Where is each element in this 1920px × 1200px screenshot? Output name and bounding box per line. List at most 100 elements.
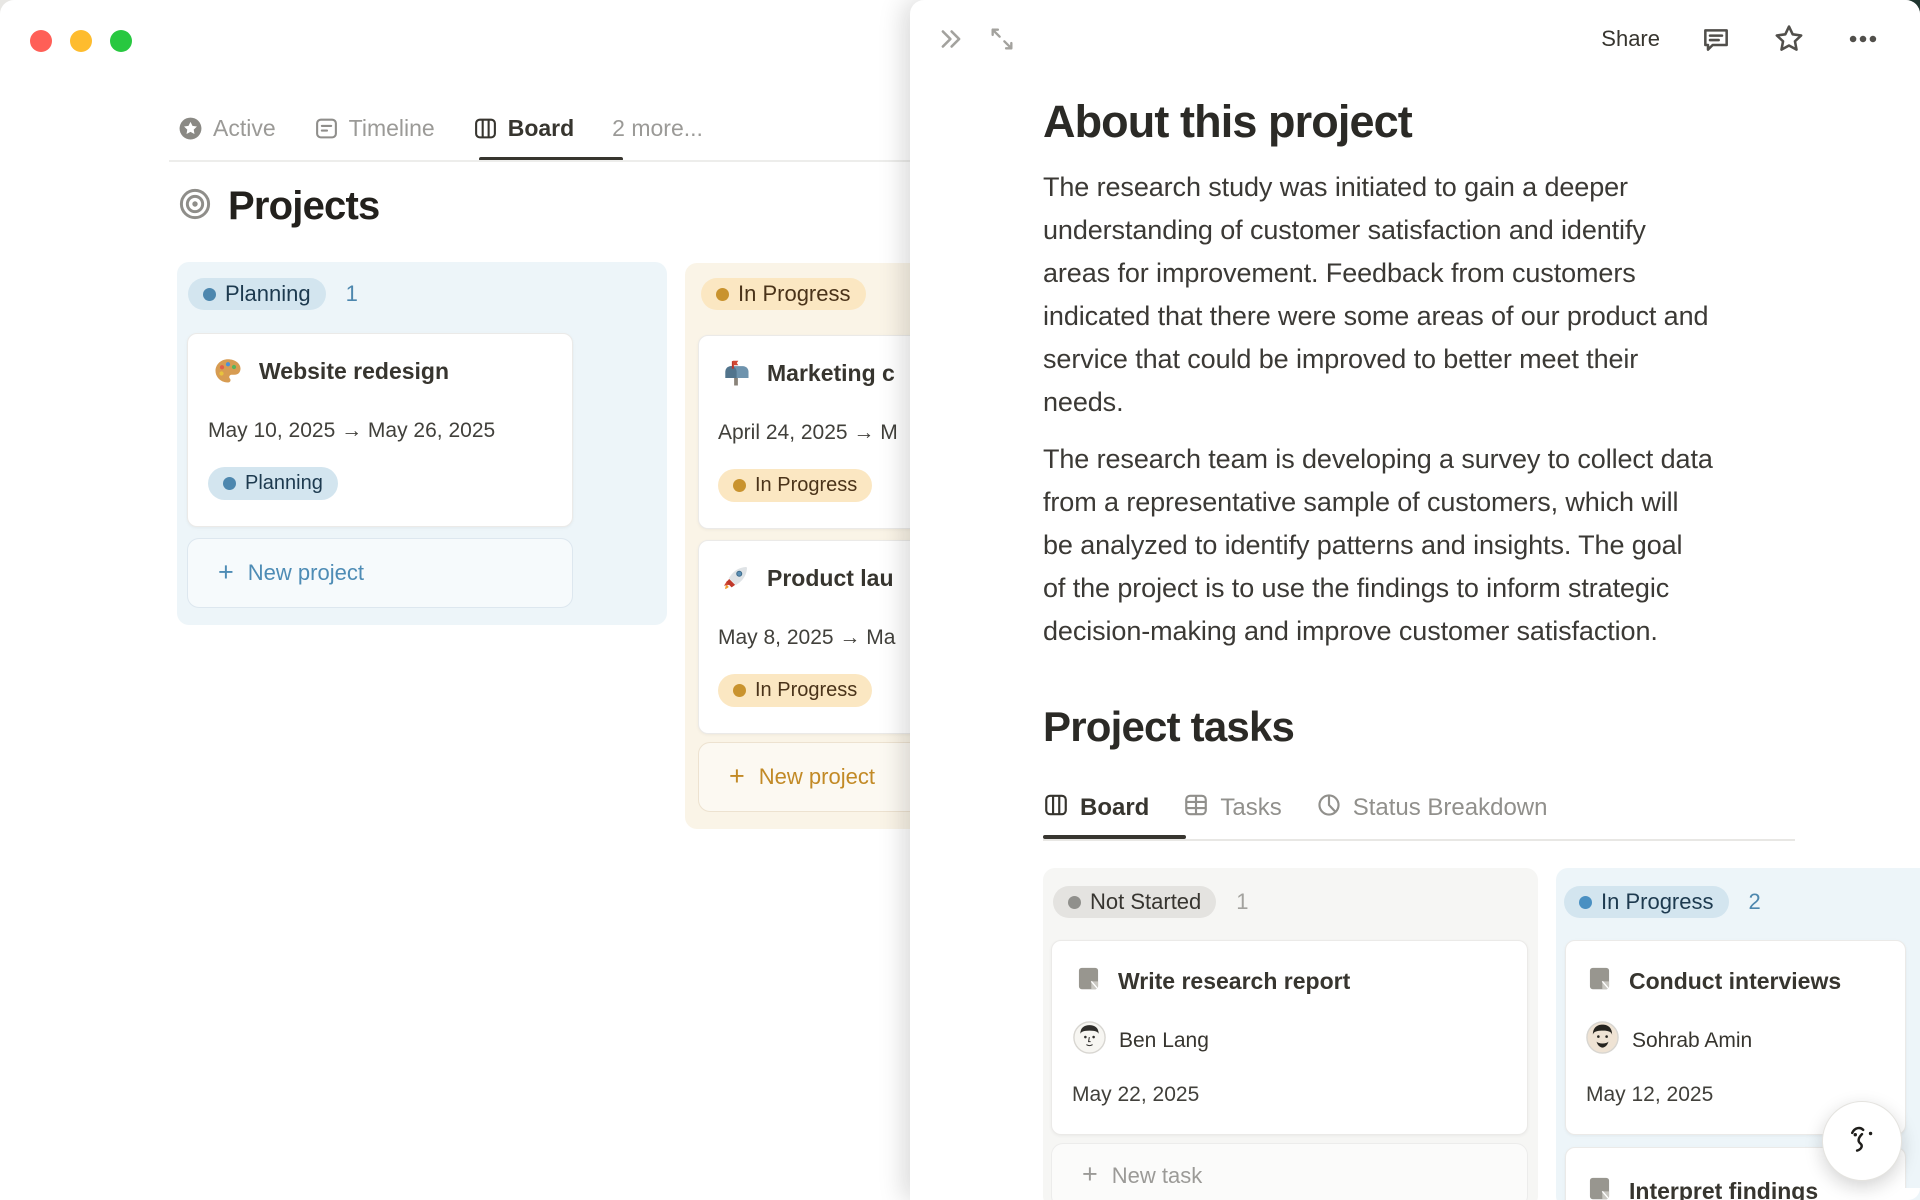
column-count: 1 bbox=[1236, 889, 1249, 914]
star-icon[interactable] bbox=[1772, 22, 1806, 56]
column-header: Planning 1 bbox=[188, 278, 358, 310]
expand-diagonal-icon[interactable] bbox=[988, 25, 1016, 53]
text-line: service that could be improved to better… bbox=[1043, 344, 1639, 374]
ben-avatar bbox=[1073, 1021, 1106, 1060]
side-peek-panel: Share About this project The research st… bbox=[910, 0, 1920, 1200]
project-card-website-redesign[interactable]: Website redesign May 10, 2025 → May 26, … bbox=[187, 333, 573, 527]
view-tab-board[interactable]: Board bbox=[473, 115, 574, 142]
board-column-planning: Planning 1 Website redesign May 10, 2025… bbox=[177, 262, 667, 625]
tab-status-breakdown[interactable]: Status Breakdown bbox=[1316, 792, 1547, 825]
task-column-not-started: Not Started 1 Write research report Ben … bbox=[1043, 868, 1538, 1200]
card-status-tag: In Progress bbox=[718, 469, 873, 502]
status-dot bbox=[223, 477, 236, 490]
board-icon bbox=[1043, 792, 1069, 825]
card-title: Write research report bbox=[1118, 968, 1351, 994]
pie-chart-icon bbox=[1316, 792, 1342, 825]
view-tab-label: Timeline bbox=[348, 114, 435, 141]
task-card-write-research-report[interactable]: Write research report Ben Lang May 22, 2… bbox=[1051, 940, 1528, 1135]
page-title: Projects bbox=[228, 184, 380, 228]
plus-icon: + bbox=[729, 760, 745, 791]
card-assignee: Ben Lang bbox=[1073, 1021, 1209, 1060]
view-tab-label: Board bbox=[507, 114, 575, 141]
card-title: Marketing c bbox=[767, 359, 895, 386]
text-line: areas for improvement. Feedback from cus… bbox=[1043, 258, 1636, 288]
status-pill-not-started[interactable]: Not Started bbox=[1053, 886, 1217, 918]
mailbox-icon bbox=[721, 358, 751, 388]
column-header: In Progress 2 bbox=[1564, 886, 1761, 918]
app-window: Active Timeline Board 2 more... Projects… bbox=[0, 0, 1920, 1200]
view-tab-label: Active bbox=[213, 114, 276, 141]
panel-toolbar-left bbox=[936, 24, 1016, 54]
card-status-tag: In Progress bbox=[718, 674, 873, 707]
text-line: needs. bbox=[1043, 387, 1124, 417]
more-icon[interactable] bbox=[1846, 22, 1880, 56]
plus-icon: + bbox=[1082, 1159, 1098, 1189]
target-icon bbox=[178, 187, 212, 226]
text-line: of the project is to use the findings to… bbox=[1043, 573, 1670, 603]
paragraph-2: The research team is developing a survey… bbox=[1043, 438, 1713, 653]
section-title: Project tasks bbox=[1043, 703, 1295, 750]
status-dot bbox=[733, 684, 746, 697]
double-chevron-right-icon[interactable] bbox=[936, 24, 966, 54]
text-line: The research team is developing a survey… bbox=[1043, 444, 1713, 474]
status-dot bbox=[203, 287, 216, 301]
column-header: Not Started 1 bbox=[1053, 886, 1249, 918]
card-assignee: Sohrab Amin bbox=[1586, 1021, 1752, 1060]
comment-icon[interactable] bbox=[1700, 23, 1732, 55]
board-icon bbox=[473, 116, 498, 141]
close-window-button[interactable] bbox=[30, 30, 52, 52]
page-icon bbox=[1586, 965, 1613, 998]
card-date: May 22, 2025 bbox=[1072, 1083, 1200, 1106]
text-line: understanding of customer satisfaction a… bbox=[1043, 215, 1646, 245]
card-status-tag: Planning bbox=[208, 467, 338, 500]
rocket-icon bbox=[721, 563, 751, 593]
status-dot bbox=[716, 287, 729, 301]
page-icon bbox=[1586, 1175, 1613, 1200]
tab-divider bbox=[1043, 839, 1795, 841]
panel-title: About this project bbox=[1043, 96, 1413, 147]
text-line: indicated that there were some areas of … bbox=[1043, 301, 1709, 331]
column-header: In Progress bbox=[701, 278, 866, 310]
new-task-button[interactable]: + New task bbox=[1051, 1143, 1528, 1200]
column-count: 1 bbox=[345, 281, 358, 306]
task-view-tabs: Board Tasks Status Breakdown bbox=[1043, 792, 1547, 824]
notion-ai-face-icon bbox=[1840, 1117, 1884, 1166]
minimize-window-button[interactable] bbox=[70, 30, 92, 52]
status-dot bbox=[733, 479, 746, 492]
window-controls bbox=[30, 30, 132, 52]
view-tab-label: 2 more... bbox=[612, 114, 703, 141]
card-dates: April 24, 2025 → M bbox=[718, 421, 898, 444]
view-tab-active[interactable]: Active bbox=[178, 115, 276, 142]
card-date: May 12, 2025 bbox=[1586, 1083, 1714, 1106]
palette-icon bbox=[213, 356, 243, 386]
notion-ai-button[interactable] bbox=[1822, 1101, 1902, 1181]
status-pill-in-progress[interactable]: In Progress bbox=[1564, 886, 1729, 918]
paragraph-1: The research study was initiated to gain… bbox=[1043, 166, 1709, 424]
status-pill-planning[interactable]: Planning bbox=[188, 278, 326, 310]
zoom-window-button[interactable] bbox=[110, 30, 132, 52]
text-line: The research study was initiated to gain… bbox=[1043, 172, 1628, 202]
text-line: be analyzed to identify patterns and ins… bbox=[1043, 530, 1683, 560]
new-project-button[interactable]: + New project bbox=[187, 538, 573, 608]
card-dates: May 8, 2025 → Ma bbox=[718, 626, 896, 649]
panel-toolbar-right: Share bbox=[1601, 22, 1880, 56]
card-dates: May 10, 2025 → May 26, 2025 bbox=[208, 419, 496, 442]
tab-tasks[interactable]: Tasks bbox=[1183, 792, 1282, 825]
star-circle-icon bbox=[178, 116, 203, 141]
card-title: Product lau bbox=[767, 564, 894, 591]
tab-divider bbox=[169, 160, 920, 162]
card-title: Interpret findings bbox=[1629, 1178, 1819, 1200]
page-icon bbox=[1075, 965, 1102, 998]
plus-icon: + bbox=[218, 556, 234, 587]
share-button[interactable]: Share bbox=[1601, 26, 1660, 52]
text-line: from a representative sample of customer… bbox=[1043, 487, 1679, 517]
status-dot bbox=[1579, 895, 1592, 909]
screen: Active Timeline Board 2 more... Projects… bbox=[0, 0, 1920, 1200]
status-dot bbox=[1068, 895, 1081, 909]
column-count: 2 bbox=[1748, 889, 1761, 914]
status-pill-in-progress[interactable]: In Progress bbox=[701, 278, 866, 310]
view-tab-more[interactable]: 2 more... bbox=[612, 115, 703, 142]
tab-board[interactable]: Board bbox=[1043, 792, 1149, 825]
sohrab-avatar bbox=[1586, 1021, 1619, 1060]
view-tab-timeline[interactable]: Timeline bbox=[314, 115, 435, 142]
